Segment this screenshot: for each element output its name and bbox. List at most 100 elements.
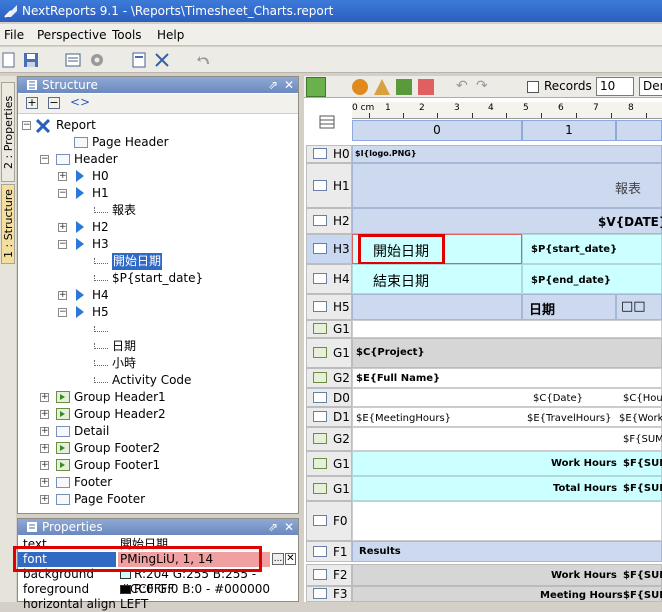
column-header-0[interactable]: 0 [352,120,522,141]
pdf-icon[interactable] [418,79,434,95]
expand-icon[interactable]: + [40,444,49,453]
cell-meeting-hours-sum[interactable]: $F{SUM [623,590,662,601]
collapse-icon[interactable]: − [58,189,67,198]
clear-icon[interactable]: ✕ [285,553,296,565]
row-header-h4[interactable]: H4 [306,264,352,294]
splitter-handle[interactable] [300,76,304,602]
prop-row-horizontal-align[interactable]: horizontal align LEFT [18,597,300,612]
menu-help[interactable]: Help [157,28,184,42]
cell-date-var[interactable]: $V{DATE} [598,215,662,229]
cell-hours-header[interactable]: □□ [616,294,662,320]
band-d0[interactable]: $C{Date} $C{Hour [352,388,662,407]
cell-travel-hours[interactable]: $E{TravelHours} [527,413,611,424]
cell-date-header[interactable]: 日期 [522,294,616,320]
close-panel-icon[interactable]: ✕ [284,519,294,535]
row-header-h0[interactable]: H0 [306,145,352,163]
band-f0[interactable] [352,501,662,541]
expand-icon[interactable]: + [40,478,49,487]
cell-work-hours-label[interactable]: Work Hours [551,458,617,469]
row-header-d0[interactable]: D0 [306,388,352,407]
density-dropdown[interactable]: Den [639,77,662,96]
cell-work-hours-label[interactable]: Work Hours [551,570,617,581]
row-header-g2-sum[interactable]: G2 [306,427,352,451]
cell-date-col[interactable]: $C{Date} [533,393,583,404]
expand-icon[interactable]: + [40,410,49,419]
cell-meeting-hours-label[interactable]: Meeting Hours [540,590,623,601]
row-header-g2[interactable]: G2 [306,368,352,388]
row-header-d1[interactable]: D1 [306,407,352,427]
expand-all-icon[interactable]: + [26,97,38,109]
preview-icon[interactable] [352,79,368,95]
link-selection-icon[interactable]: <> [70,95,90,109]
cell-work-hours-sum[interactable]: $F{SUM [623,570,662,581]
row-header-h5[interactable]: H5 [306,294,352,320]
report-layout-icon[interactable] [130,51,148,69]
row-header-h2[interactable]: H2 [306,208,352,234]
cell-total-hours-label[interactable]: Total Hours [553,483,617,494]
collapse-icon[interactable]: − [40,155,49,164]
band-h2[interactable]: $V{DATE} [352,208,662,234]
cell-report-title[interactable]: 報表 [615,178,641,197]
new-report-icon[interactable] [0,51,18,69]
redo-icon[interactable]: ↷ [476,78,488,94]
cell-results[interactable]: Results [352,541,662,562]
undo-icon[interactable]: ↶ [456,78,468,94]
cell-logo[interactable]: $I{logo.PNG} [355,149,417,158]
undo-icon[interactable] [195,51,213,69]
records-count-input[interactable]: 10 [596,77,634,96]
row-header-g1-total[interactable]: G1 [306,476,352,501]
records-checkbox[interactable] [527,81,539,93]
row-header-f0[interactable]: F0 [306,501,352,541]
cell-project[interactable]: $C{Project} [352,338,662,368]
tab-structure[interactable]: 1 : Structure [1,184,15,264]
row-header-f2[interactable]: F2 [306,564,352,586]
band-g1-total[interactable]: Total Hours $F{SUM [352,476,662,501]
band-d1[interactable]: $E{MeetingHours} $E{TravelHours} $E{Work… [352,407,662,427]
row-header-h1[interactable]: H1 [306,163,352,208]
tab-properties[interactable]: 2 : Properties [1,82,15,182]
cell-end-date-label[interactable]: 結束日期 [352,264,522,294]
column-header-1[interactable]: 1 [522,120,616,141]
expand-icon[interactable]: + [40,495,49,504]
band-f2[interactable]: Work Hours $F{SUM [352,564,662,586]
cell-hours-col[interactable]: $C{Hour [623,393,662,404]
cell-h5-empty[interactable] [352,294,522,320]
row-header-h3[interactable]: H3 [306,234,352,264]
export-icon[interactable] [396,79,412,95]
band-g1-empty[interactable] [352,320,662,338]
band-f3[interactable]: Meeting Hours $F{SUM [352,586,662,602]
row-header-g1[interactable]: G1 [306,320,352,338]
layout-props-icon[interactable] [316,108,338,136]
expand-icon[interactable]: + [58,223,67,232]
collapse-icon[interactable]: − [58,240,67,249]
close-panel-icon[interactable]: ✕ [284,77,294,93]
settings-gear-icon[interactable] [88,51,106,69]
band-h0[interactable]: $I{logo.PNG} [352,145,662,163]
row-header-g1-work[interactable]: G1 [306,451,352,476]
save-icon[interactable] [22,51,40,69]
column-header-2[interactable] [616,120,662,141]
expand-icon[interactable]: + [40,461,49,470]
cell-end-date-param[interactable]: $P{end_date} [522,264,662,294]
cell-start-date-param[interactable]: $P{start_date} [522,234,662,264]
fit-layout-icon[interactable] [153,51,171,69]
fit-icon[interactable] [306,77,326,97]
menu-perspective[interactable]: Perspective [37,28,107,42]
collapse-icon[interactable]: − [58,308,67,317]
float-panel-icon[interactable]: ⇗ [268,519,278,535]
cell-meeting-hours[interactable]: $E{MeetingHours} [356,413,451,424]
collapse-icon[interactable]: − [22,121,31,130]
expand-icon[interactable]: + [58,291,67,300]
row-header-f3[interactable]: F3 [306,586,352,602]
expand-icon[interactable]: + [58,172,67,181]
menu-file[interactable]: File [4,28,24,42]
query-icon[interactable] [64,51,82,69]
cell-full-name[interactable]: $E{Full Name} [352,368,662,388]
wizard-icon[interactable] [374,79,390,95]
font-browse-button[interactable]: ... [272,553,284,565]
expand-icon[interactable]: + [40,393,49,402]
cell-sum[interactable]: $F{SUM( [623,434,662,445]
float-panel-icon[interactable]: ⇗ [268,77,278,93]
band-g2-sum[interactable]: $F{SUM( [352,427,662,451]
cell-work-hours[interactable]: $E{WorkH [619,413,662,424]
